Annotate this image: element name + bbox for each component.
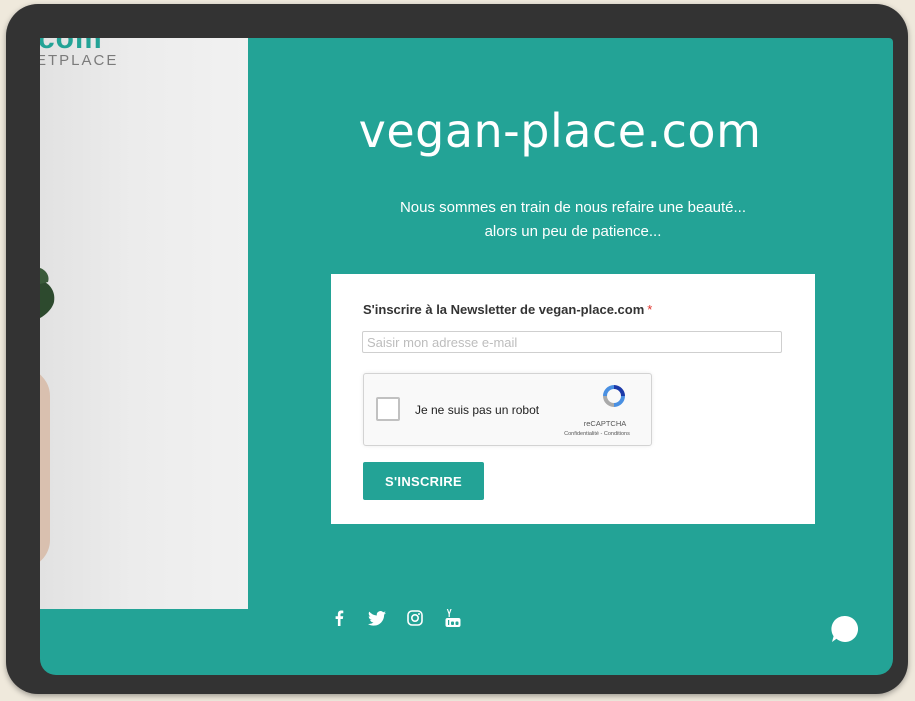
hand-image xyxy=(40,368,50,568)
recaptcha-label: Je ne suis pas un robot xyxy=(415,403,540,417)
tablet-frame: com ETPLACE vegan-place.com Nous sommes … xyxy=(6,4,908,694)
newsletter-label: S'inscrire à la Newsletter de vegan-plac… xyxy=(363,302,652,317)
youtube-icon[interactable] xyxy=(440,607,466,629)
screen: com ETPLACE vegan-place.com Nous sommes … xyxy=(40,38,893,675)
brand-logo-subtitle: ETPLACE xyxy=(40,52,119,69)
recaptcha-brand: reCAPTCHA xyxy=(583,419,627,428)
recaptcha-logo-icon xyxy=(603,385,625,407)
tagline: Nous sommes en train de nous refaire une… xyxy=(348,196,798,244)
recaptcha-widget: Je ne suis pas un robot reCAPTCHA Confid… xyxy=(363,373,652,446)
tagline-line-2: alors un peu de patience... xyxy=(484,223,662,240)
email-input[interactable] xyxy=(362,331,782,353)
recaptcha-links[interactable]: Confidentialité - Conditions xyxy=(542,431,652,437)
recaptcha-checkbox[interactable] xyxy=(376,397,400,421)
twitter-icon[interactable] xyxy=(364,607,390,629)
site-title: vegan-place.com xyxy=(358,104,762,158)
required-marker: * xyxy=(647,302,653,317)
newsletter-label-text: S'inscrire à la Newsletter de vegan-plac… xyxy=(363,302,645,317)
newsletter-card: S'inscrire à la Newsletter de vegan-plac… xyxy=(331,274,815,524)
tagline-line-1: Nous sommes en train de nous refaire une… xyxy=(399,199,747,216)
instagram-icon[interactable] xyxy=(402,607,428,629)
social-links xyxy=(326,606,478,630)
chat-bubble-icon[interactable] xyxy=(830,614,860,644)
subscribe-button[interactable]: S'INSCRIRE xyxy=(363,462,484,500)
leaf-image xyxy=(40,268,55,318)
hero-image-panel: com ETPLACE xyxy=(40,38,248,609)
facebook-icon[interactable] xyxy=(326,607,352,629)
